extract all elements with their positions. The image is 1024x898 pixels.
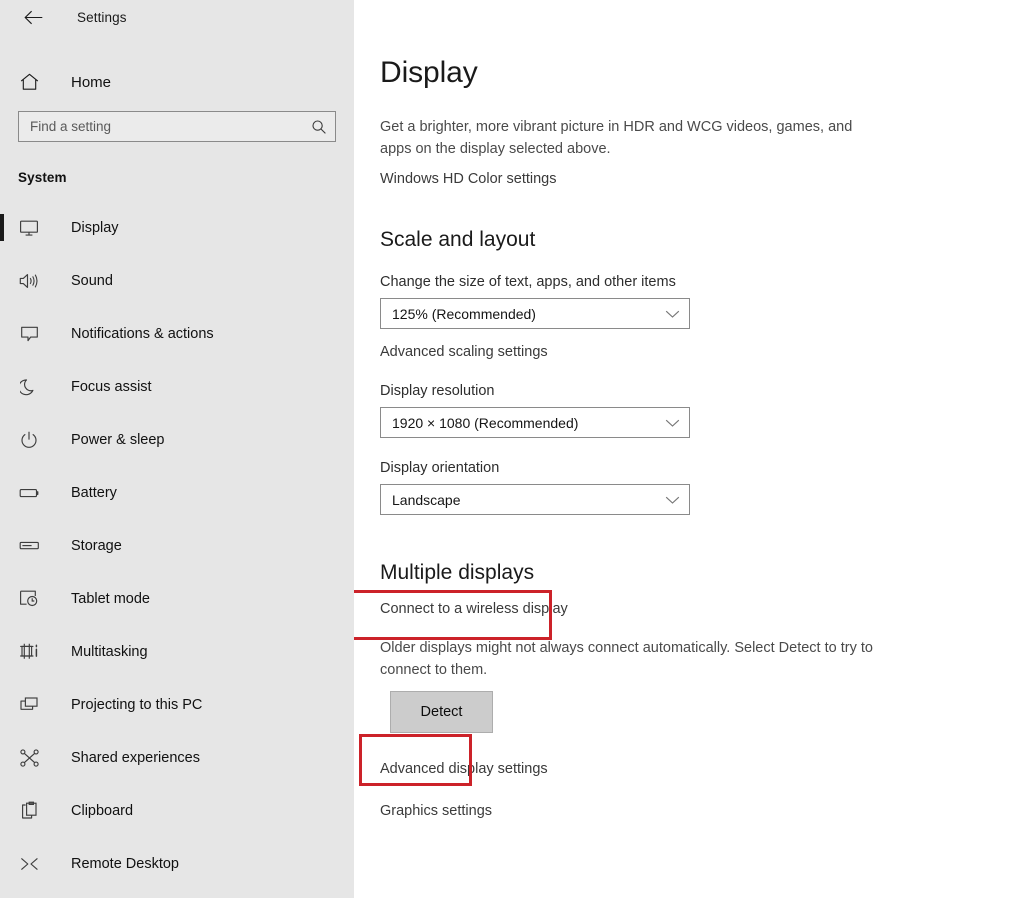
sidebar-item-label: Focus assist: [71, 378, 152, 395]
sidebar-item-focus-assist[interactable]: Focus assist: [0, 360, 354, 413]
sidebar-item-label: Shared experiences: [71, 749, 200, 766]
multiple-displays-heading: Multiple displays: [380, 561, 535, 584]
sidebar-item-storage[interactable]: Storage: [0, 519, 354, 572]
speaker-icon: [18, 270, 40, 292]
sidebar-item-battery[interactable]: Battery: [0, 466, 354, 519]
chevron-down-icon: [665, 418, 680, 428]
chevron-down-icon: [665, 309, 680, 319]
graphics-settings-link[interactable]: Graphics settings: [380, 803, 492, 819]
notification-icon: [18, 323, 40, 345]
sidebar-item-display[interactable]: Display: [0, 201, 354, 254]
search-input[interactable]: [30, 112, 311, 141]
sidebar-item-tablet-mode[interactable]: Tablet mode: [0, 572, 354, 625]
storage-icon: [18, 535, 40, 557]
sidebar-item-projecting[interactable]: Projecting to this PC: [0, 678, 354, 731]
detect-button[interactable]: Detect: [390, 691, 493, 733]
power-icon: [18, 429, 40, 451]
sidebar-item-label: Display: [71, 219, 119, 236]
sidebar-item-clipboard[interactable]: Clipboard: [0, 784, 354, 837]
app-title: Settings: [77, 9, 127, 25]
sidebar-section-title: System: [18, 170, 67, 185]
scale-dropdown-value: 125% (Recommended): [392, 305, 536, 322]
windows-hd-color-settings-link[interactable]: Windows HD Color settings: [380, 171, 556, 187]
sidebar-item-label: Multitasking: [71, 643, 148, 660]
sidebar-item-label: Notifications & actions: [71, 325, 214, 342]
advanced-display-settings-link[interactable]: Advanced display settings: [380, 761, 548, 777]
multiple-displays-section: Multiple displays Connect to a wireless …: [380, 561, 1024, 733]
scale-label: Change the size of text, apps, and other…: [380, 274, 676, 290]
sidebar-item-multitasking[interactable]: Multitasking: [0, 625, 354, 678]
sidebar-item-label: Storage: [71, 537, 122, 554]
search-icon[interactable]: [311, 119, 327, 135]
title-bar: Settings: [0, 0, 354, 34]
sidebar-item-label: Battery: [71, 484, 117, 501]
share-icon: [18, 747, 40, 769]
settings-window: Settings Home System: [0, 0, 1024, 898]
sidebar-item-remote-desktop[interactable]: Remote Desktop: [0, 837, 354, 890]
sidebar-item-label: Remote Desktop: [71, 855, 179, 872]
multitasking-icon: [18, 641, 40, 663]
sidebar-item-power-sleep[interactable]: Power & sleep: [0, 413, 354, 466]
tablet-mode-icon: [18, 588, 40, 610]
remote-desktop-icon: [18, 853, 40, 875]
resolution-dropdown[interactable]: 1920 × 1080 (Recommended): [380, 407, 690, 438]
arrow-left-icon: [23, 10, 42, 24]
home-label: Home: [71, 73, 112, 91]
sidebar-item-home[interactable]: Home: [0, 62, 354, 102]
battery-icon: [18, 482, 40, 504]
projecting-icon: [18, 694, 40, 716]
sidebar-item-shared-experiences[interactable]: Shared experiences: [0, 731, 354, 784]
sidebar-item-label: Power & sleep: [71, 431, 165, 448]
advanced-scaling-settings-link[interactable]: Advanced scaling settings: [380, 344, 548, 360]
resolution-label: Display resolution: [380, 383, 495, 399]
orientation-dropdown[interactable]: Landscape: [380, 484, 690, 515]
wireless-display-link[interactable]: Connect to a wireless display: [380, 601, 568, 617]
home-icon: [18, 73, 40, 91]
scale-and-layout-heading: Scale and layout: [380, 228, 536, 251]
sidebar: Settings Home System: [0, 0, 354, 898]
clipboard-icon: [18, 800, 40, 822]
resolution-dropdown-value: 1920 × 1080 (Recommended): [392, 414, 579, 431]
detect-description: Older displays might not always connect …: [380, 640, 873, 678]
moon-icon: [18, 376, 40, 398]
sidebar-item-label: Sound: [71, 272, 113, 289]
sidebar-item-sound[interactable]: Sound: [0, 254, 354, 307]
sidebar-item-label: Clipboard: [71, 802, 134, 819]
hdr-description: Get a brighter, more vibrant picture in …: [380, 119, 853, 157]
sidebar-item-notifications[interactable]: Notifications & actions: [0, 307, 354, 360]
sidebar-item-label: Projecting to this PC: [71, 696, 203, 713]
orientation-label: Display orientation: [380, 460, 500, 476]
monitor-icon: [18, 217, 40, 239]
sidebar-nav-list: Display Sound Notifications & actions Fo…: [0, 201, 354, 890]
chevron-down-icon: [665, 495, 680, 505]
scale-dropdown[interactable]: 125% (Recommended): [380, 298, 690, 329]
page-title: Display: [380, 56, 478, 89]
annotation-box-detect: [359, 734, 472, 786]
back-button[interactable]: [16, 2, 50, 32]
search-box[interactable]: [18, 111, 336, 142]
sidebar-item-label: Tablet mode: [71, 590, 150, 607]
orientation-dropdown-value: Landscape: [392, 491, 461, 508]
main-content: Display Get a brighter, more vibrant pic…: [354, 0, 1024, 898]
